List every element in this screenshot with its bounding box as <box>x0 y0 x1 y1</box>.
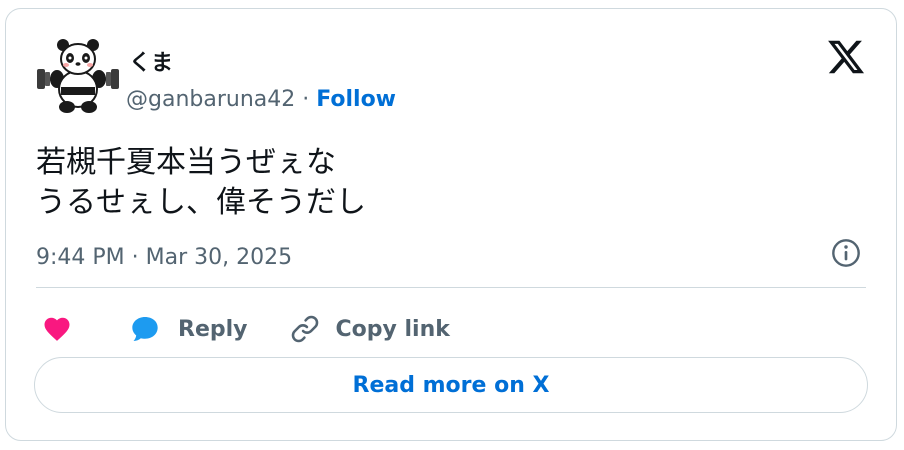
copy-link-label: Copy link <box>335 316 450 342</box>
copy-link-button[interactable]: Copy link <box>288 312 450 346</box>
tweet-text: 若槻千夏本当うぜぇな うるせぇし、偉そうだし <box>36 145 366 220</box>
like-button[interactable] <box>36 314 74 344</box>
follow-link[interactable]: Follow <box>316 87 396 112</box>
reply-label: Reply <box>178 316 248 342</box>
info-icon[interactable] <box>830 237 862 269</box>
separator-dot: · <box>295 87 317 112</box>
author-handle-line: @ganbaruna42 · Follow <box>126 87 396 112</box>
speech-bubble-icon <box>132 317 158 341</box>
reply-button[interactable]: Reply <box>128 313 248 345</box>
panda-avatar[interactable] <box>35 37 121 117</box>
action-bar: Reply Copy link <box>36 309 450 349</box>
x-logo-icon[interactable] <box>826 37 866 77</box>
heart-icon <box>44 317 70 341</box>
read-more-button[interactable]: Read more on X <box>34 357 868 413</box>
embedded-tweet-card: くま @ganbaruna42 · Follow 若槻千夏本当うぜぇな うるせぇ… <box>5 8 897 441</box>
link-icon <box>291 315 318 343</box>
divider <box>36 287 866 288</box>
author-handle[interactable]: @ganbaruna42 <box>126 87 295 112</box>
tweet-timestamp[interactable]: 9:44 PM · Mar 30, 2025 <box>36 245 292 270</box>
author-display-name[interactable]: くま <box>129 45 173 77</box>
